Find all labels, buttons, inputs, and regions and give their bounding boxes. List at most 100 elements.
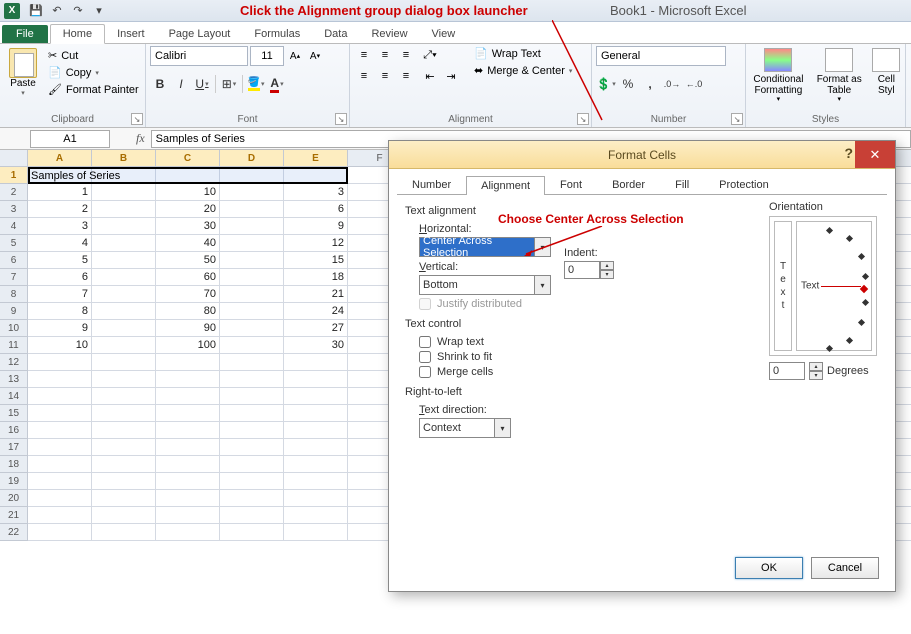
cell[interactable] xyxy=(92,473,156,490)
cell[interactable] xyxy=(92,184,156,201)
cell[interactable]: 30 xyxy=(156,218,220,235)
cell[interactable]: 18 xyxy=(284,269,348,286)
cell[interactable] xyxy=(92,354,156,371)
increase-decimal-button[interactable]: .0→ xyxy=(662,74,682,94)
cell[interactable]: 9 xyxy=(28,320,92,337)
underline-button[interactable]: U xyxy=(192,74,212,94)
percent-button[interactable]: % xyxy=(618,74,638,94)
increase-indent-button[interactable]: ⇥ xyxy=(441,67,461,85)
cell[interactable] xyxy=(220,439,284,456)
cell[interactable] xyxy=(92,507,156,524)
row-header-17[interactable]: 17 xyxy=(0,439,28,456)
text-direction-combo-button[interactable]: ▾ xyxy=(495,418,511,438)
cell[interactable] xyxy=(220,371,284,388)
row-header-9[interactable]: 9 xyxy=(0,303,28,320)
col-header-C[interactable]: C xyxy=(156,150,220,167)
cell[interactable] xyxy=(220,524,284,541)
cell[interactable]: 60 xyxy=(156,269,220,286)
align-right-button[interactable]: ≡ xyxy=(396,67,416,85)
cell[interactable]: 2 xyxy=(28,201,92,218)
tab-data[interactable]: Data xyxy=(312,25,359,43)
ok-button[interactable]: OK xyxy=(735,557,803,579)
cell[interactable] xyxy=(220,286,284,303)
orientation-vertical-text[interactable]: Text xyxy=(774,221,792,351)
vertical-combo-button[interactable]: ▾ xyxy=(535,275,551,295)
cell[interactable] xyxy=(92,490,156,507)
cell[interactable]: 80 xyxy=(156,303,220,320)
save-button[interactable]: 💾 xyxy=(27,2,45,20)
row-header-12[interactable]: 12 xyxy=(0,354,28,371)
conditional-formatting-button[interactable]: Conditional Formatting▾ xyxy=(750,46,807,104)
cell[interactable] xyxy=(92,439,156,456)
cell[interactable] xyxy=(220,320,284,337)
cell[interactable] xyxy=(92,456,156,473)
text-direction-combo[interactable]: Context xyxy=(419,418,495,438)
cell[interactable] xyxy=(92,524,156,541)
cell[interactable] xyxy=(156,388,220,405)
cell[interactable] xyxy=(284,490,348,507)
font-name-combo[interactable] xyxy=(150,46,248,66)
row-header-19[interactable]: 19 xyxy=(0,473,28,490)
cell[interactable] xyxy=(92,371,156,388)
row-header-7[interactable]: 7 xyxy=(0,269,28,286)
cell[interactable] xyxy=(220,388,284,405)
tab-page-layout[interactable]: Page Layout xyxy=(157,25,243,43)
comma-button[interactable]: , xyxy=(640,74,660,94)
cell[interactable]: 3 xyxy=(28,218,92,235)
number-launcher[interactable]: ↘ xyxy=(731,113,743,125)
degrees-down-button[interactable]: ▾ xyxy=(809,371,823,380)
cell[interactable] xyxy=(284,167,348,184)
cell[interactable]: 5 xyxy=(28,252,92,269)
fill-color-button[interactable]: 🪣 xyxy=(246,74,266,94)
cell[interactable] xyxy=(28,473,92,490)
cell[interactable]: 10 xyxy=(28,337,92,354)
decrease-indent-button[interactable]: ⇤ xyxy=(420,67,440,85)
cell[interactable] xyxy=(92,218,156,235)
cell[interactable] xyxy=(220,405,284,422)
cell[interactable] xyxy=(284,524,348,541)
font-size-combo[interactable] xyxy=(250,46,284,66)
cell[interactable] xyxy=(156,354,220,371)
cell[interactable] xyxy=(156,439,220,456)
bold-button[interactable]: B xyxy=(150,74,170,94)
cell[interactable] xyxy=(92,201,156,218)
cell[interactable] xyxy=(284,371,348,388)
cell[interactable]: 12 xyxy=(284,235,348,252)
name-box[interactable]: A1 xyxy=(30,130,110,148)
cell[interactable] xyxy=(28,405,92,422)
cell[interactable]: 90 xyxy=(156,320,220,337)
cell[interactable]: 100 xyxy=(156,337,220,354)
alignment-launcher[interactable]: ↘ xyxy=(577,113,589,125)
cell[interactable] xyxy=(28,507,92,524)
clipboard-launcher[interactable]: ↘ xyxy=(131,113,143,125)
cell[interactable] xyxy=(220,184,284,201)
cell[interactable] xyxy=(220,490,284,507)
orientation-button[interactable]: ⤢▾ xyxy=(420,46,440,64)
cell[interactable] xyxy=(156,524,220,541)
row-header-14[interactable]: 14 xyxy=(0,388,28,405)
italic-button[interactable]: I xyxy=(171,74,191,94)
indent-spinner[interactable]: 0 xyxy=(564,261,600,279)
cell[interactable] xyxy=(156,167,220,184)
cell[interactable] xyxy=(220,422,284,439)
cell[interactable] xyxy=(92,252,156,269)
orientation-dial[interactable]: Text xyxy=(796,221,872,351)
top-align-button[interactable]: ≡ xyxy=(354,46,374,64)
row-header-3[interactable]: 3 xyxy=(0,201,28,218)
row-header-6[interactable]: 6 xyxy=(0,252,28,269)
row-header-13[interactable]: 13 xyxy=(0,371,28,388)
cell[interactable] xyxy=(28,524,92,541)
cell[interactable] xyxy=(284,405,348,422)
cell[interactable] xyxy=(92,303,156,320)
cell[interactable]: 21 xyxy=(284,286,348,303)
middle-align-button[interactable]: ≡ xyxy=(375,46,395,64)
row-header-11[interactable]: 11 xyxy=(0,337,28,354)
cell[interactable] xyxy=(220,167,284,184)
font-color-button[interactable]: A xyxy=(267,74,287,94)
cell[interactable] xyxy=(220,354,284,371)
shrink-font-button[interactable]: A▾ xyxy=(306,46,324,66)
cell[interactable] xyxy=(220,269,284,286)
row-header-15[interactable]: 15 xyxy=(0,405,28,422)
dlg-tab-fill[interactable]: Fill xyxy=(660,175,704,194)
cell[interactable]: 70 xyxy=(156,286,220,303)
